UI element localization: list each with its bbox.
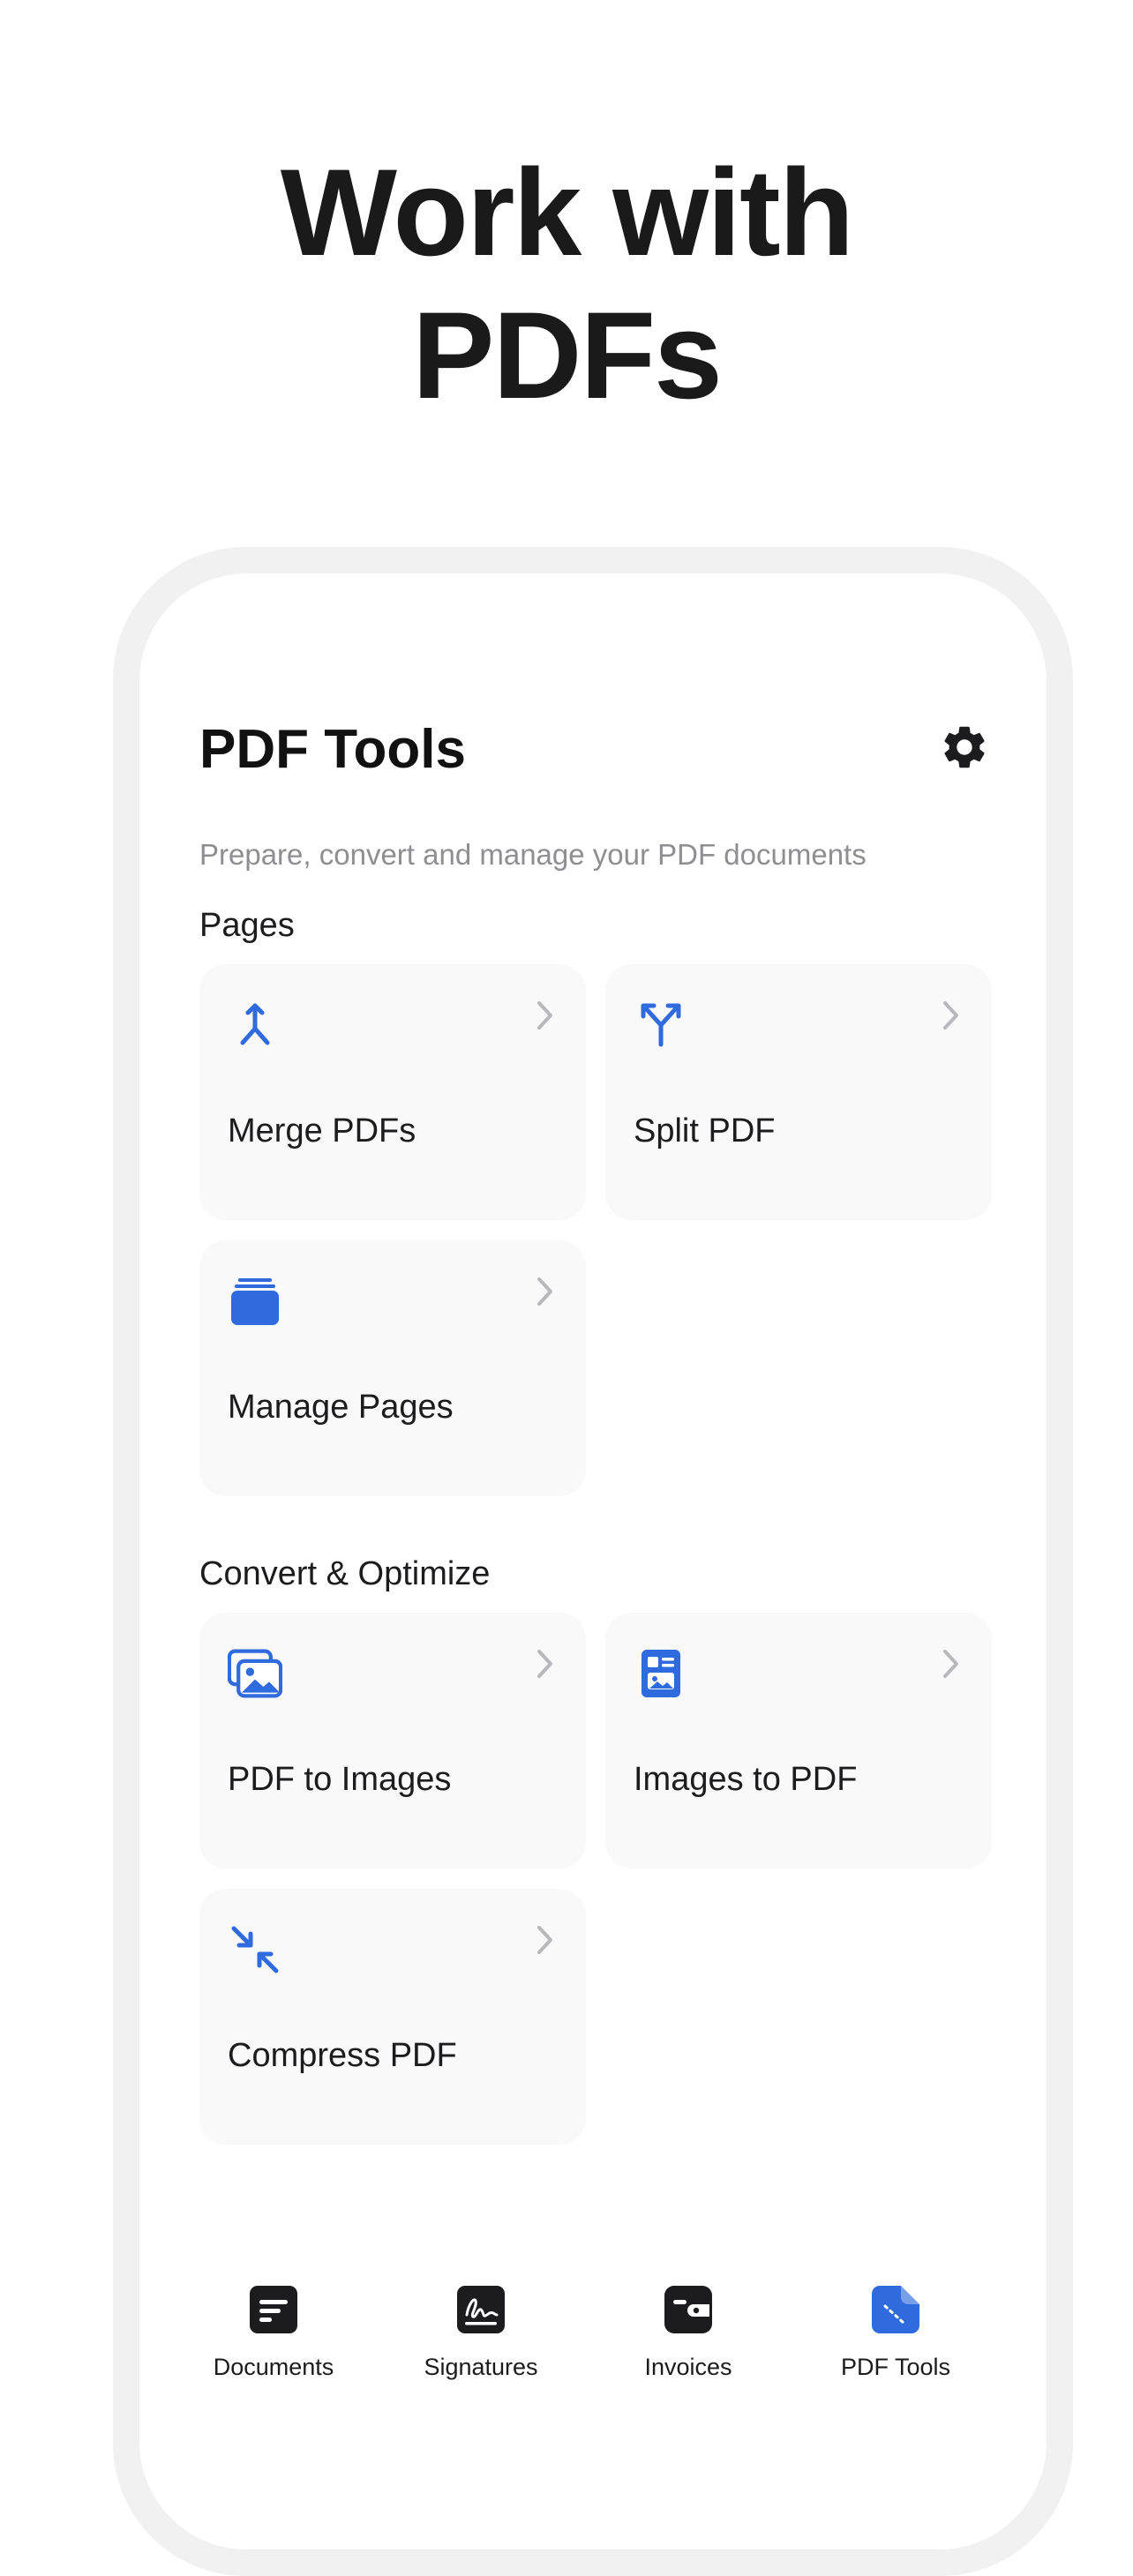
stacked-pages-icon [228,1274,282,1329]
chevron-right-icon [537,1926,552,1954]
page-title: PDF Tools [199,719,466,780]
card-label: Images to PDF [634,1761,858,1798]
compress-arrows-icon [228,1922,282,1977]
pdf-tools-icon [872,2286,919,2333]
card-label: Merge PDFs [228,1112,416,1149]
signature-icon [457,2286,505,2333]
image-document-icon [634,1646,688,1701]
chevron-right-icon [943,1650,958,1678]
phone-frame: PDF Tools Prepare, convert and manage yo… [113,547,1073,2576]
hero-headline: Work with PDFs [0,141,1133,427]
card-label: Compress PDF [228,2037,457,2074]
tab-bar: Documents Signatures Invoices PDF Tools [139,2285,1047,2408]
document-icon [250,2286,297,2333]
tab-invoices[interactable]: Invoices [600,2285,777,2408]
tab-label: PDF Tools [840,2354,951,2380]
card-label: Manage Pages [228,1389,454,1426]
card-merge-pdfs[interactable]: Merge PDFs [199,964,586,1220]
card-images-to-pdf[interactable]: Images to PDF [605,1613,992,1868]
tab-label: Documents [213,2354,334,2380]
chevron-right-icon [537,1650,552,1678]
card-manage-pages[interactable]: Manage Pages [199,1240,586,1496]
wallet-icon [664,2286,712,2333]
phone-screen: PDF Tools Prepare, convert and manage yo… [139,573,1047,2550]
photos-icon [228,1646,282,1701]
chevron-right-icon [537,1277,552,1306]
tab-documents[interactable]: Documents [185,2285,362,2408]
section-title-convert: Convert & Optimize [199,1555,491,1592]
tab-label: Signatures [424,2354,538,2380]
card-compress-pdf[interactable]: Compress PDF [199,1889,586,2145]
hero-headline-line-1: Work with [280,143,854,281]
merge-arrows-icon [228,998,282,1052]
settings-button[interactable] [934,716,995,778]
page-subtitle: Prepare, convert and manage your PDF doc… [199,838,867,871]
chevron-right-icon [943,1001,958,1030]
tab-pdf-tools[interactable]: PDF Tools [807,2285,984,2408]
hero-headline-line-2: PDFs [412,286,723,424]
tab-signatures[interactable]: Signatures [393,2285,569,2408]
tab-label: Invoices [644,2354,732,2380]
card-split-pdf[interactable]: Split PDF [605,964,992,1220]
card-pdf-to-images[interactable]: PDF to Images [199,1613,586,1868]
split-arrows-icon [634,998,688,1052]
card-label: PDF to Images [228,1761,452,1798]
card-label: Split PDF [634,1112,776,1149]
section-title-pages: Pages [199,907,295,944]
chevron-right-icon [537,1001,552,1030]
gear-icon [944,726,985,768]
